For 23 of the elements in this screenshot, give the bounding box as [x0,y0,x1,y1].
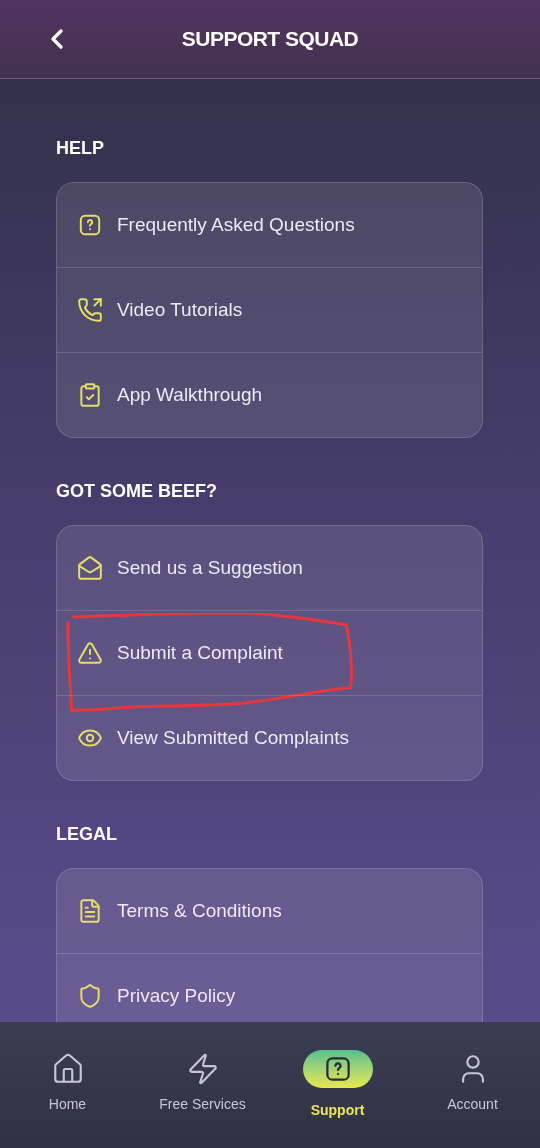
section-heading: LEGAL [56,823,118,846]
document-icon [77,898,103,924]
menu-item[interactable]: Privacy Policy [57,954,482,1022]
clipboard-check-icon [77,382,103,408]
menu-item[interactable]: Terms & Conditions [57,869,482,953]
menu-item[interactable]: Send us a Suggestion [57,526,482,610]
envelope-icon [77,555,103,581]
page-title: SUPPORT SQUAD [181,26,359,53]
shield-icon [77,983,103,1009]
menu-item[interactable]: Submit a Complaint [57,611,482,695]
phone-icon [77,297,103,323]
warning-icon [77,640,103,666]
menu-item[interactable]: Frequently Asked Questions [57,183,482,267]
nav-tab[interactable]: Support [270,1050,405,1148]
nav-tab[interactable]: Home [0,1050,135,1148]
section-heading: GOT SOME BEEF? [56,480,218,503]
menu-item[interactable]: Video Tutorials [57,268,482,352]
menu-item[interactable]: View Submitted Complaints [57,696,482,780]
question-icon [77,212,103,238]
nav-tab[interactable]: Free Services [135,1050,270,1148]
section-heading: HELP [56,137,105,160]
nav-tab[interactable]: Account [405,1050,540,1148]
menu-item[interactable]: App Walkthrough [57,353,482,437]
